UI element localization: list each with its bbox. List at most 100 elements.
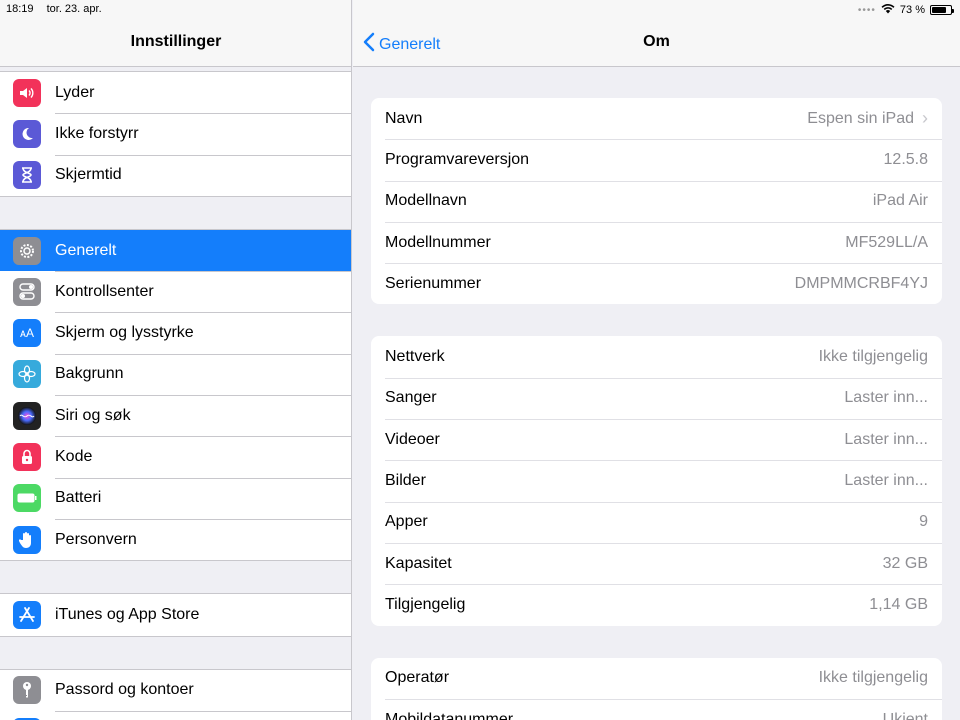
sidebar-title: Innstillinger [130,33,222,50]
sidebar-group: Passord og kontoer [0,668,351,720]
info-row: Sanger Laster inn... [371,377,942,419]
info-key: Mobildatanummer [385,710,514,720]
info-section-storage: Nettverk Ikke tilgjengelig Sanger Laster… [371,336,942,626]
sidebar-item-skjerm-og-lysstyrke[interactable]: ᴀA Skjerm og lysstyrke [0,312,351,354]
info-key: Serienummer [385,274,482,292]
sidebar-item-personvern[interactable]: Personvern [0,518,351,561]
sidebar-item-skjermtid[interactable]: Skjermtid [0,154,351,196]
status-time: 18:19 [6,3,34,15]
signal-dots-icon: •••• [857,4,876,16]
info-key: Sanger [385,389,437,407]
info-value: Ukjent [882,710,928,720]
info-value: Laster inn... [844,430,928,448]
sidebar-item-label: Batteri [55,489,102,507]
sidebar-item-lyder[interactable]: Lyder [0,72,351,114]
sidebar-item-batteri[interactable]: Batteri [0,477,351,519]
flower-icon [13,360,41,389]
info-row: Bilder Laster inn... [371,460,942,501]
info-key: Apper [385,513,428,531]
lock-icon [13,443,41,472]
info-row: Kapasitet 32 GB [371,542,942,584]
app-store-icon [13,600,41,629]
info-value: Ikke tilgjengelig [818,669,928,687]
info-value: MF529LL/A [845,233,928,251]
info-value: Laster inn... [844,472,928,490]
gear-icon [13,236,41,265]
sidebar-item-label: Kontrollsenter [55,282,154,300]
sidebar-group: Generelt Kontrollsenter ᴀA Skjerm og lys… [0,228,351,562]
page-title: Om [643,33,670,50]
battery-percent: 73 % [899,4,925,16]
info-section-carrier: Operatør Ikke tilgjengelig Mobildatanumm… [371,657,942,720]
toggles-icon [13,277,41,306]
status-bar: 18:19 tor. 23. apr. •••• 73 % [0,0,960,20]
settings-sidebar: Innstillinger Lyder Ikke forstyrr Skjerm… [0,0,352,720]
sidebar-item-bakgrunn[interactable]: Bakgrunn [0,353,351,396]
sidebar-item-ikke-forstyrr[interactable]: Ikke forstyrr [0,113,351,155]
info-key: Programvareversjon [385,150,530,168]
info-value: Ikke tilgjengelig [818,348,928,366]
info-value: Espen sin iPad [807,109,914,127]
sidebar-item-generelt[interactable]: Generelt [0,229,351,272]
info-row: Serienummer DMPMMCRBF4YJ [371,263,942,304]
sidebar-item-label: Bakgrunn [55,365,124,383]
info-row-navn[interactable]: Navn Espen sin iPad › [371,98,942,139]
info-key: Modellnavn [385,192,467,210]
sidebar-item-label: Ikke forstyrr [55,124,139,142]
battery-icon [930,5,954,15]
sidebar-item-kode[interactable]: Kode [0,436,351,478]
sidebar-item-label: Skjermtid [55,166,122,184]
info-value: DMPMMCRBF4YJ [794,274,928,292]
sidebar-item-label: Generelt [55,241,117,259]
info-key: Nettverk [385,348,445,366]
info-value: Laster inn... [844,389,928,407]
info-row: Programvareversjon 12.5.8 [371,139,942,180]
speaker-icon [13,78,41,107]
info-value: 9 [919,513,928,531]
sidebar-item-itunes-og-app-store[interactable]: iTunes og App Store [0,594,351,636]
info-key: Videoer [385,430,440,448]
sidebar-item-label: Siri og søk [55,406,131,424]
info-row: Operatør Ikke tilgjengelig [371,658,942,699]
hourglass-icon [13,161,41,190]
info-row: Tilgjengelig 1,14 GB [371,584,942,625]
info-key: Operatør [385,669,450,687]
info-key: Navn [385,109,423,127]
sidebar-item-label: Skjerm og lysstyrke [55,324,194,342]
status-date: tor. 23. apr. [46,3,102,15]
sidebar-item-label: Personvern [55,530,137,548]
sidebar-item-next[interactable] [0,710,351,720]
info-row: Apper 9 [371,501,942,543]
info-value: 12.5.8 [883,150,928,168]
info-key: Bilder [385,472,426,490]
sidebar-item-label: Passord og kontoer [55,681,194,699]
about-detail-pane: Generelt Om Navn Espen sin iPad › Program… [353,0,960,720]
battery-icon [13,484,41,513]
wifi-icon [881,3,895,17]
siri-icon [13,401,41,430]
sidebar-item-label: iTunes og App Store [55,605,200,623]
sidebar-item-label: Lyder [55,83,95,101]
info-row: Nettverk Ikke tilgjengelig [371,336,942,377]
info-row: Videoer Laster inn... [371,419,942,460]
sidebar-item-siri-og-sok[interactable]: Siri og søk [0,395,351,437]
sidebar-group: Lyder Ikke forstyrr Skjermtid [0,71,351,197]
info-section-device: Navn Espen sin iPad › Programvareversjon … [371,98,942,305]
info-value: 32 GB [882,554,928,572]
sidebar-item-label: Kode [55,448,93,466]
sidebar-item-passord-og-kontoer[interactable]: Passord og kontoer [0,669,351,711]
text-size-icon: ᴀA [13,319,41,348]
chevron-right-icon: › [922,108,928,129]
info-key: Kapasitet [385,554,452,572]
info-row: Modellnavn iPad Air [371,180,942,222]
key-icon [13,676,41,705]
info-row: Modellnummer MF529LL/A [371,221,942,263]
info-row: Mobildatanummer Ukjent [371,698,942,720]
sidebar-group: iTunes og App Store [0,593,351,637]
info-key: Tilgjengelig [385,595,466,613]
hand-icon [13,525,41,554]
info-key: Modellnummer [385,233,491,251]
sidebar-item-kontrollsenter[interactable]: Kontrollsenter [0,271,351,313]
moon-icon [13,119,41,148]
info-value: 1,14 GB [869,595,928,613]
